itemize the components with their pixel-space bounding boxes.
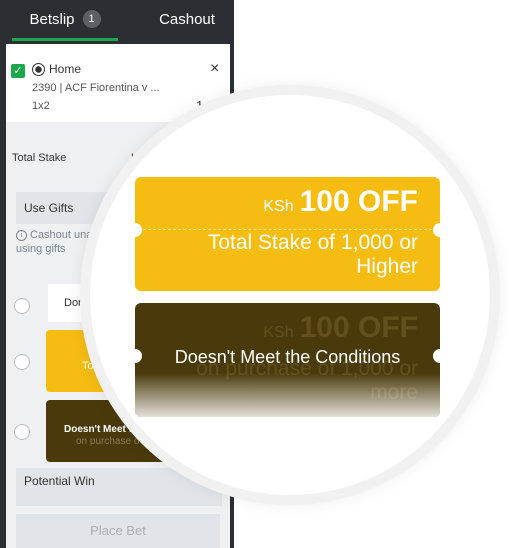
coupon-notch-left [128,223,142,237]
gift-coupon-mini-status: Doesn't Meet t [64,424,132,435]
potential-win-row: Potential Win [16,468,222,506]
coupon-discount: KSh 100 OFF [263,185,418,219]
close-icon[interactable]: × [210,60,219,78]
info-text-line1: Cashout una [30,229,93,241]
market-name: 1x2 [32,100,50,112]
soccer-ball-icon [32,63,45,76]
total-stake-label: Total Stake [12,152,67,164]
tab-betslip[interactable]: Betslip 1 [12,0,118,41]
place-bet-button[interactable]: Place Bet [16,514,220,548]
gift-radio-3[interactable] [14,424,30,440]
bet-selection-card: ✓ Home × 2390 | ACF Fiorentina v ... 1x2… [6,44,230,122]
gift-coupon-mini-condition: on purchase o [76,436,140,447]
match-name: 2390 | ACF Fiorentina v ... [32,82,160,94]
info-icon: i [16,230,27,241]
selection-name: Home [49,62,82,76]
gift-coupon-mini-label: To [82,360,94,372]
betslip-tabs: Betslip 1 Cashout [0,0,234,41]
coupon-ineligible-status: Doesn't Meet the Conditions [174,347,401,367]
use-gifts-label: Use Gifts [24,201,74,215]
gift-radio-1[interactable] [14,298,30,314]
gift-coupon-ineligible: KSh100 OFF on purchase of 1,000 or more … [128,303,447,417]
coupon-amount: 100 OFF [299,185,418,218]
coupon-fade-overlay [135,373,440,417]
coupon-condition: Total Stake of 1,000 or Higher [207,231,418,278]
coupon-discount: KSh 100 OFF [263,311,418,345]
potential-win-label: Potential Win [24,474,95,488]
tab-cashout[interactable]: Cashout [140,0,234,38]
info-text-line2: using gifts [16,243,66,255]
coupon-currency: KSh [263,198,294,215]
coupon-notch-right [433,223,447,237]
gift-coupon-eligible[interactable]: KSh 100 OFF Total Stake of 1,000 or Highe… [128,177,447,291]
coupon-amount: 100 OFF [299,311,418,344]
betslip-count-badge: 1 [82,10,101,28]
checkbox-checked-icon[interactable]: ✓ [11,64,25,78]
tab-cashout-label: Cashout [159,10,215,28]
magnifier-lens: KSh 100 OFF Total Stake of 1,000 or Highe… [90,95,490,495]
coupon-currency: KSh [263,324,294,341]
tab-betslip-label: Betslip [29,10,75,28]
coupon-dashed-divider [143,229,432,230]
gift-option-none-label: Dor [64,297,82,309]
gift-radio-2[interactable] [14,354,30,370]
